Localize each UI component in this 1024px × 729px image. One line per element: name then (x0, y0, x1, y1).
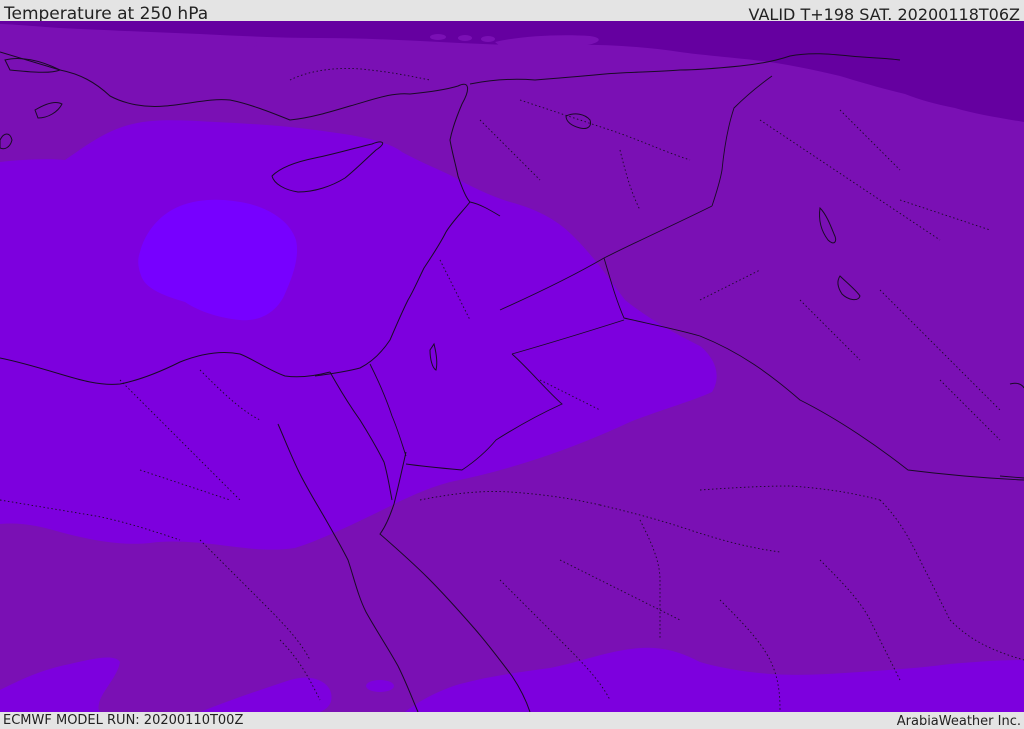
temperature-streak-4 (481, 36, 495, 42)
map-viewer: Temperature at 250 hPa VALID T+198 SAT. … (0, 0, 1024, 729)
map-canvas (0, 21, 1024, 712)
header-bar: Temperature at 250 hPa VALID T+198 SAT. … (0, 0, 1024, 24)
temperature-streak-2 (430, 34, 446, 40)
temperature-streak-5 (247, 41, 257, 47)
model-run-label: ECMWF MODEL RUN: 20200110T00Z (3, 713, 244, 728)
temperature-streak-3 (458, 35, 472, 41)
provider-credit: ArabiaWeather Inc. (896, 714, 1021, 729)
temperature-patch (366, 680, 394, 692)
weather-map (0, 21, 1024, 712)
footer-bar: ECMWF MODEL RUN: 20200110T00Z ArabiaWeat… (0, 712, 1024, 729)
